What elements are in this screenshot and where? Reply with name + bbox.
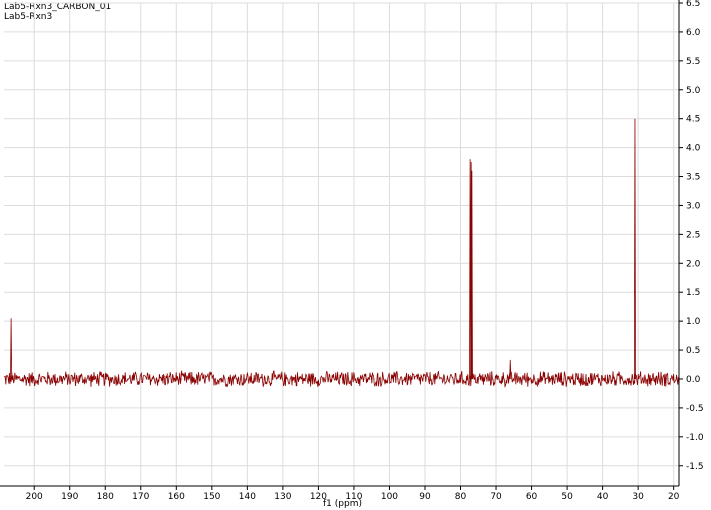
x-tick-label: 100 — [381, 492, 398, 502]
y-tick-label: -1.5 — [686, 462, 704, 472]
x-tick-label: 70 — [490, 492, 502, 502]
x-tick-label: 30 — [632, 492, 644, 502]
grid-lines — [4, 2, 679, 486]
y-tick-label: 3.5 — [686, 173, 700, 183]
x-tick-label: 40 — [597, 492, 609, 502]
y-tick-label: 4.0 — [686, 144, 701, 154]
y-tick-label: 1.5 — [686, 288, 700, 298]
y-tick-label: 5.5 — [686, 57, 700, 67]
x-tick-label: 90 — [419, 492, 431, 502]
y-tick-label: 2.0 — [686, 259, 701, 269]
y-tick-label: 6.5 — [686, 0, 700, 9]
x-tick-label: 200 — [26, 492, 43, 502]
nmr-spectrum-chart: 200 190 180 170 160 150 140 130 120 110 100 90 80 70 6… — [0, 0, 704, 509]
x-tick-label: 190 — [61, 492, 78, 502]
x-tick-label: 80 — [455, 492, 467, 502]
x-tick-label: 60 — [526, 492, 538, 502]
y-tick-label: -1.0 — [686, 433, 704, 443]
y-tick-label: 5.0 — [686, 86, 701, 96]
x-tick-label: 150 — [203, 492, 220, 502]
x-tick-label: 50 — [561, 492, 573, 502]
y-tick-label: 3.0 — [686, 201, 701, 211]
y-tick-label: 6.0 — [686, 28, 701, 38]
y-tick-label: 0.5 — [686, 346, 700, 356]
y-tick-label: 0.0 — [686, 375, 701, 385]
y-tick-label: 1.0 — [686, 317, 701, 327]
y-tick-label: 4.5 — [686, 115, 700, 125]
x-tick-label: 160 — [168, 492, 185, 502]
x-tick-label: 170 — [132, 492, 149, 502]
x-tick-label: 20 — [668, 492, 680, 502]
y-axis-ticks: 6.5 6.0 5.5 5.0 4.5 4.0 3.5 3.0 2.5 2.0 1.5 1.0 0.5 0… — [679, 0, 704, 472]
y-tick-label: -0.5 — [686, 404, 704, 414]
x-tick-label: 130 — [274, 492, 291, 502]
x-axis-label: f1 (ppm) — [323, 499, 362, 509]
plot-frame — [0, 0, 680, 487]
x-tick-label: 180 — [97, 492, 114, 502]
x-tick-label: 140 — [239, 492, 256, 502]
y-tick-label: 2.5 — [686, 230, 700, 240]
